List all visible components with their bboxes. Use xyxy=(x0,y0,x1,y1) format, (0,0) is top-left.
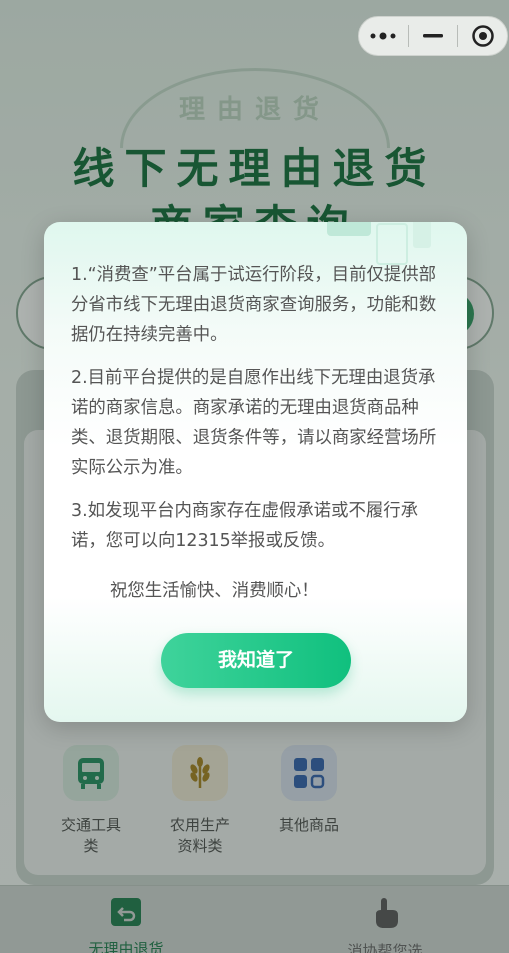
modal-paragraph-2: 2.目前平台提供的是自愿作出线下无理由退货承诺的商家信息。商家承诺的无理由退货商… xyxy=(71,368,437,478)
target-close-icon xyxy=(471,25,494,47)
more-dots-icon xyxy=(370,32,396,40)
modal-wish: 祝您生活愉快、消费顺心！ xyxy=(110,581,319,601)
modal-body: 1.“消费查”平台属于试运行阶段，目前仅提供部分省市线下无理由退货商家查询服务，… xyxy=(71,260,443,569)
modal-paragraph-1: 1.“消费查”平台属于试运行阶段，目前仅提供部分省市线下无理由退货商家查询服务，… xyxy=(71,265,437,345)
close-button[interactable] xyxy=(458,17,507,55)
minimize-icon xyxy=(423,34,443,38)
notice-modal: 1.“消费查”平台属于试运行阶段，目前仅提供部分省市线下无理由退货商家查询服务，… xyxy=(44,222,467,722)
minimize-button[interactable] xyxy=(409,17,458,55)
miniprogram-capsule xyxy=(358,16,508,56)
ok-button[interactable]: 我知道了 xyxy=(161,633,351,688)
modal-paragraph-3: 3.如发现平台内商家存在虚假承诺或不履行承诺，您可以向12315举报或反馈。 xyxy=(71,501,419,551)
more-button[interactable] xyxy=(359,17,408,55)
